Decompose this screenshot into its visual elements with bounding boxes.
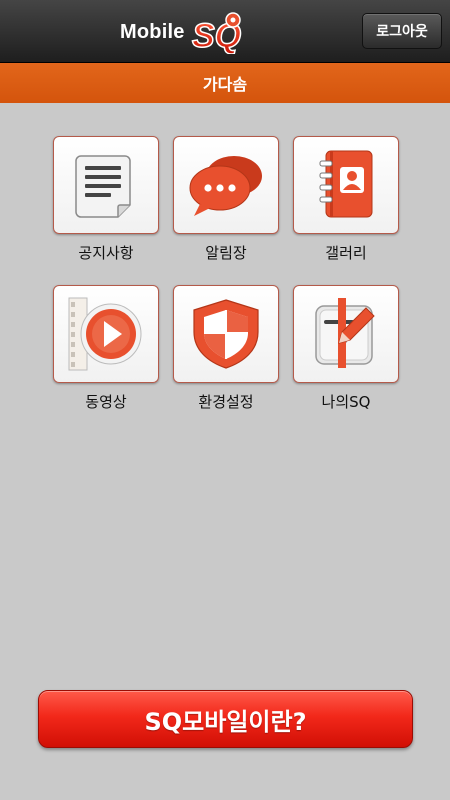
menu-item-settings[interactable]: 환경설정	[173, 285, 279, 412]
org-title: 가다솜	[202, 75, 248, 94]
menu-label: 갤러리	[325, 244, 367, 262]
notice-document-icon	[75, 155, 131, 218]
menu-tile-my-sq[interactable]	[293, 285, 399, 383]
menu-label: 공지사항	[78, 244, 134, 262]
chat-bubbles-icon	[189, 156, 262, 216]
menu-tile-notification[interactable]	[173, 136, 279, 234]
about-sq-button[interactable]: SQ모바일이란?	[38, 690, 413, 748]
sq-logo: SQ	[191, 12, 241, 54]
menu-item-notice[interactable]: 공지사항	[53, 136, 159, 263]
edit-pen-icon	[315, 298, 375, 368]
org-title-bar: 가다솜	[0, 63, 450, 103]
menu-tile-video[interactable]	[53, 285, 159, 383]
shield-icon	[193, 299, 259, 369]
menu-item-my-sq[interactable]: 나의SQ	[293, 285, 399, 412]
menu-tile-notice[interactable]	[53, 136, 159, 234]
menu-tile-settings[interactable]	[173, 285, 279, 383]
menu-label: 동영상	[85, 393, 127, 411]
brand-text: Mobile	[120, 20, 185, 43]
menu-tile-gallery[interactable]	[293, 136, 399, 234]
menu-label: 알림장	[205, 244, 247, 262]
brand: Mobile SQ	[120, 12, 251, 54]
menu-label: 나의SQ	[321, 393, 371, 411]
menu-item-video[interactable]: 동영상	[53, 285, 159, 412]
logout-button[interactable]: 로그아웃	[362, 13, 442, 49]
top-bar: Mobile SQ 로그아웃	[0, 0, 450, 63]
menu-item-gallery[interactable]: 갤러리	[293, 136, 399, 263]
video-play-icon	[68, 297, 142, 371]
menu-item-notification[interactable]: 알림장	[173, 136, 279, 263]
address-book-icon	[319, 150, 373, 218]
menu-label: 환경설정	[198, 393, 254, 411]
